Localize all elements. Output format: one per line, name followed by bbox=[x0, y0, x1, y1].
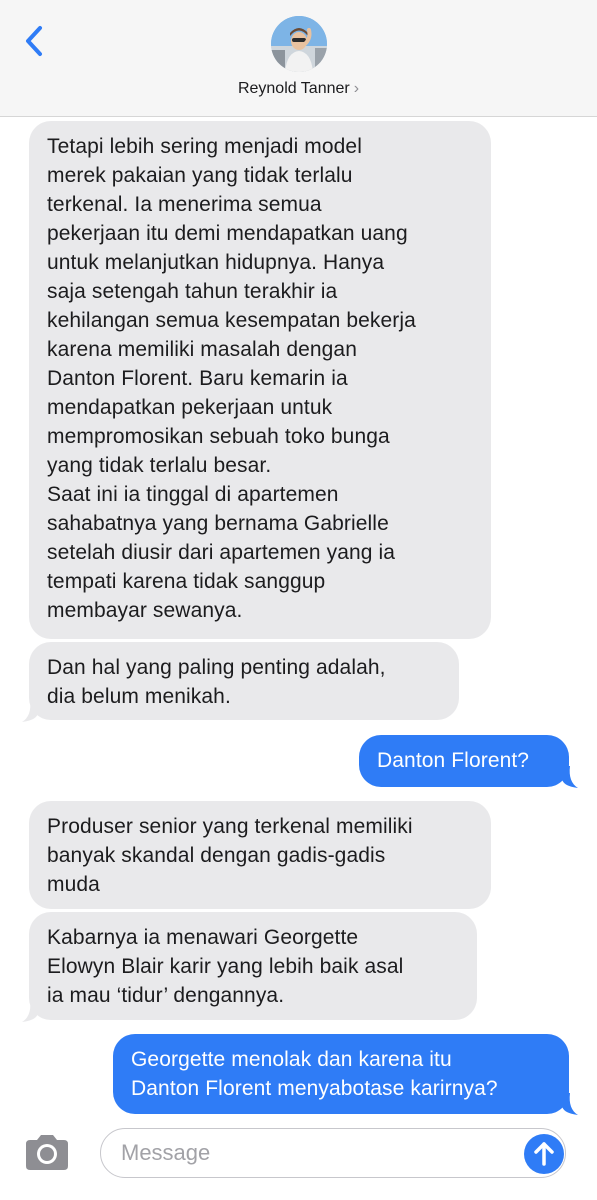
outgoing-message-bubble[interactable]: Georgette menolak dan karena itu Danton … bbox=[113, 1034, 569, 1114]
chevron-right-icon: › bbox=[353, 80, 360, 97]
contact-name-button[interactable]: Reynold Tanner › bbox=[0, 80, 597, 98]
incoming-message-bubble[interactable]: Kabarnya ia menawari Georgette Elowyn Bl… bbox=[29, 912, 477, 1020]
incoming-message-bubble[interactable]: Dan hal yang paling penting adalah, dia … bbox=[29, 642, 459, 720]
messages-screen: Reynold Tanner › Tetapi lebih sering menj… bbox=[0, 0, 597, 1200]
message-input[interactable]: Message bbox=[100, 1128, 566, 1178]
back-button[interactable] bbox=[20, 22, 50, 62]
bubble-tail bbox=[562, 766, 578, 788]
camera-icon bbox=[26, 1135, 68, 1170]
outgoing-message-bubble[interactable]: Danton Florent? bbox=[359, 735, 569, 787]
bubble-tail bbox=[562, 1093, 578, 1115]
camera-button[interactable] bbox=[22, 1132, 72, 1172]
arrow-up-icon bbox=[534, 1142, 554, 1166]
contact-name: Reynold Tanner bbox=[237, 80, 350, 97]
bubble-tail bbox=[22, 700, 38, 722]
bubble-tail bbox=[22, 1000, 38, 1022]
incoming-message-bubble[interactable]: Produser senior yang terkenal memiliki b… bbox=[29, 801, 491, 909]
send-button[interactable] bbox=[524, 1134, 564, 1174]
contact-avatar[interactable] bbox=[271, 16, 327, 72]
incoming-message-bubble[interactable]: Tetapi lebih sering menjadi model merek … bbox=[29, 121, 491, 639]
conversation-header: Reynold Tanner › bbox=[0, 0, 597, 117]
chevron-left-icon bbox=[26, 26, 42, 56]
message-input-bar: Message bbox=[0, 1120, 597, 1200]
